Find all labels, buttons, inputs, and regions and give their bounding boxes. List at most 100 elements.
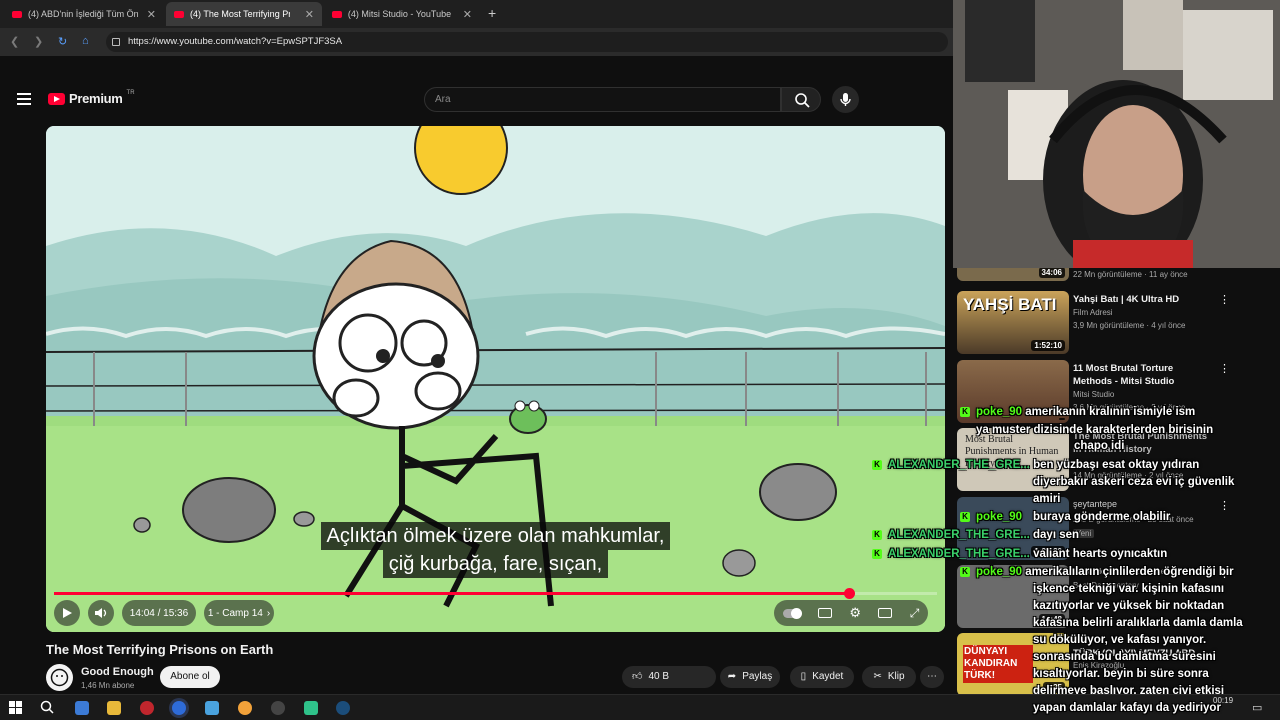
- chat-username: ALEXANDER_THE_GRE...: [888, 548, 1030, 560]
- video-title: Yahşi Batı | 4K Ultra HD: [1073, 294, 1180, 305]
- app-icon[interactable]: [205, 701, 219, 715]
- kick-badge-icon: K: [872, 530, 882, 540]
- app-icon[interactable]: [238, 701, 252, 715]
- app-icon[interactable]: [140, 701, 154, 715]
- thumbs-up-icon: 👍︎: [632, 671, 643, 682]
- youtube-favicon-icon: [332, 10, 342, 18]
- browser-icon[interactable]: [172, 701, 186, 715]
- youtube-logo[interactable]: Premium TR: [48, 89, 135, 106]
- volume-icon: [95, 608, 107, 618]
- save-button[interactable]: ▯ Kaydet: [790, 666, 854, 688]
- browser-tab[interactable]: (4) Mitsi Studio - YouTube ✕: [324, 2, 480, 26]
- like-button[interactable]: 👍︎ 40 B: [622, 666, 716, 688]
- store-icon[interactable]: [75, 701, 89, 715]
- subtitle-line: Açlıktan ölmek üzere olan mahkumlar,: [320, 522, 671, 550]
- chat-username: poke_90: [976, 566, 1023, 578]
- home-icon[interactable]: ⌂: [82, 35, 89, 47]
- close-tab-icon[interactable]: ✕: [147, 8, 156, 21]
- video-channel: Mitsi Studio: [1073, 390, 1115, 399]
- back-icon[interactable]: ❮: [10, 35, 19, 48]
- close-tab-icon[interactable]: ✕: [305, 8, 314, 21]
- subtitles-icon[interactable]: [818, 608, 833, 618]
- autoplay-toggle[interactable]: [782, 607, 802, 619]
- play-button[interactable]: [54, 600, 80, 626]
- menu-icon[interactable]: [17, 93, 31, 108]
- logo-country: TR: [126, 89, 135, 96]
- tab-title: (4) The Most Terrifying Prisons: [190, 9, 290, 19]
- settings-icon[interactable]: ⚙: [849, 605, 861, 621]
- microphone-icon: [840, 93, 851, 106]
- logo-text: Premium: [69, 91, 123, 106]
- share-icon: ➦: [727, 671, 737, 682]
- video-thumbnail: 34:06: [957, 268, 1069, 281]
- browser-tab[interactable]: (4) ABD'nin İşlediği Tüm Önemli ✕: [4, 2, 164, 26]
- notification-icon[interactable]: ▭: [1252, 701, 1262, 714]
- more-vert-icon[interactable]: ⋮: [1219, 293, 1230, 306]
- url-field[interactable]: https://www.youtube.com/watch?v=EpwSPTJF…: [106, 32, 948, 52]
- windows-start-icon[interactable]: [9, 701, 22, 714]
- share-button[interactable]: ➦ Paylaş: [720, 666, 780, 688]
- subscribe-button[interactable]: Abone ol: [160, 666, 220, 688]
- chevron-right-icon: ›: [266, 607, 271, 619]
- chat-message: chapo idi: [1074, 440, 1125, 452]
- chat-text: amerikanın kralının ismiyle ism: [1025, 406, 1196, 418]
- time-display: 14:04 / 15:36: [122, 600, 196, 626]
- youtube-favicon-icon: [12, 10, 22, 18]
- chat-username: poke_90: [976, 406, 1023, 418]
- chat-message: K ALEXANDER_THE_GRE... valiant hearts oyn…: [872, 548, 1167, 560]
- search-icon[interactable]: [40, 700, 55, 715]
- browser-tab-active[interactable]: (4) The Most Terrifying Prisons ✕: [166, 2, 322, 26]
- kick-badge-icon: K: [960, 567, 970, 577]
- video-player[interactable]: Açlıktan ölmek üzere olan mahkumlar, çiğ…: [46, 126, 945, 632]
- search-icon: [795, 93, 810, 108]
- steam-icon[interactable]: [336, 701, 350, 715]
- obs-icon[interactable]: [271, 701, 285, 715]
- subtitle-line: çiğ kurbağa, fare, sıçan,: [382, 550, 609, 578]
- chat-message: amiri: [1033, 493, 1061, 505]
- chat-message: yapan damlalar kafayı da yediriyor: [1033, 702, 1221, 714]
- app-icon[interactable]: [304, 701, 318, 715]
- close-tab-icon[interactable]: ✕: [463, 8, 472, 21]
- chat-message: buraya gönderme olabilir: [1033, 511, 1171, 523]
- youtube-play-icon: [48, 92, 65, 105]
- new-tab-button[interactable]: +: [488, 5, 496, 21]
- progress-fill: [54, 592, 849, 595]
- channel-avatar[interactable]: [46, 664, 73, 691]
- kick-badge-icon: K: [872, 549, 882, 559]
- related-video-item[interactable]: YAHŞİ BATI 1:52:10 Yahşi Batı | 4K Ultra…: [957, 291, 1277, 355]
- video-title: 11 Most Brutal Torture Methods - Mitsi S…: [1073, 363, 1175, 387]
- chat-message: kısaltıyorlar. beyin bi süre sonra: [1033, 668, 1209, 680]
- scrubber-handle[interactable]: [843, 588, 855, 599]
- tab-title: (4) Mitsi Studio - YouTube: [347, 9, 452, 19]
- chapter-label: 1 - Camp 14: [207, 607, 263, 619]
- chat-text: amerikalıların çinlilerden öğrendiği bir: [1025, 566, 1234, 578]
- face-icon: [50, 668, 69, 687]
- chapter-button[interactable]: 1 - Camp 14 ›: [204, 600, 274, 626]
- progress-bar[interactable]: [54, 588, 937, 599]
- more-vert-icon[interactable]: ⋮: [1219, 362, 1230, 375]
- file-explorer-icon[interactable]: [107, 701, 121, 715]
- chat-message: işkence tekniği var. kişinin kafasını: [1033, 583, 1225, 595]
- search-input[interactable]: Ara: [424, 87, 781, 112]
- channel-name[interactable]: Good Enough: [81, 666, 154, 678]
- chat-text: ben yüzbaşı esat oktay yıdıran: [1033, 459, 1200, 471]
- chat-message: kazıtıyorlar ve yüksek bir noktadan: [1033, 600, 1225, 612]
- related-video-item[interactable]: 34:06 22 Mn görüntüleme · 11 ay önce: [957, 268, 1277, 282]
- voice-search-button[interactable]: [832, 86, 859, 113]
- search-button[interactable]: [781, 87, 821, 112]
- play-icon: [63, 608, 72, 618]
- youtube-favicon-icon: [174, 10, 184, 18]
- forward-icon[interactable]: ❯: [34, 35, 43, 48]
- chat-username: ALEXANDER_THE_GRE...: [888, 459, 1030, 471]
- kick-badge-icon: K: [872, 460, 882, 470]
- kick-badge-icon: K: [960, 407, 970, 417]
- reload-icon[interactable]: ↻: [58, 35, 67, 48]
- duration-badge: 1:52:10: [1031, 340, 1065, 351]
- video-title: The Most Terrifying Prisons on Earth: [46, 642, 274, 657]
- volume-button[interactable]: [88, 600, 114, 626]
- site-info-icon[interactable]: [112, 38, 120, 46]
- duration-badge: 34:06: [1038, 268, 1065, 278]
- subtitles: Açlıktan ölmek üzere olan mahkumlar, çiğ…: [46, 522, 945, 578]
- url-text: https://www.youtube.com/watch?v=EpwSPTJF…: [128, 36, 343, 47]
- save-label: Kaydet: [812, 671, 844, 682]
